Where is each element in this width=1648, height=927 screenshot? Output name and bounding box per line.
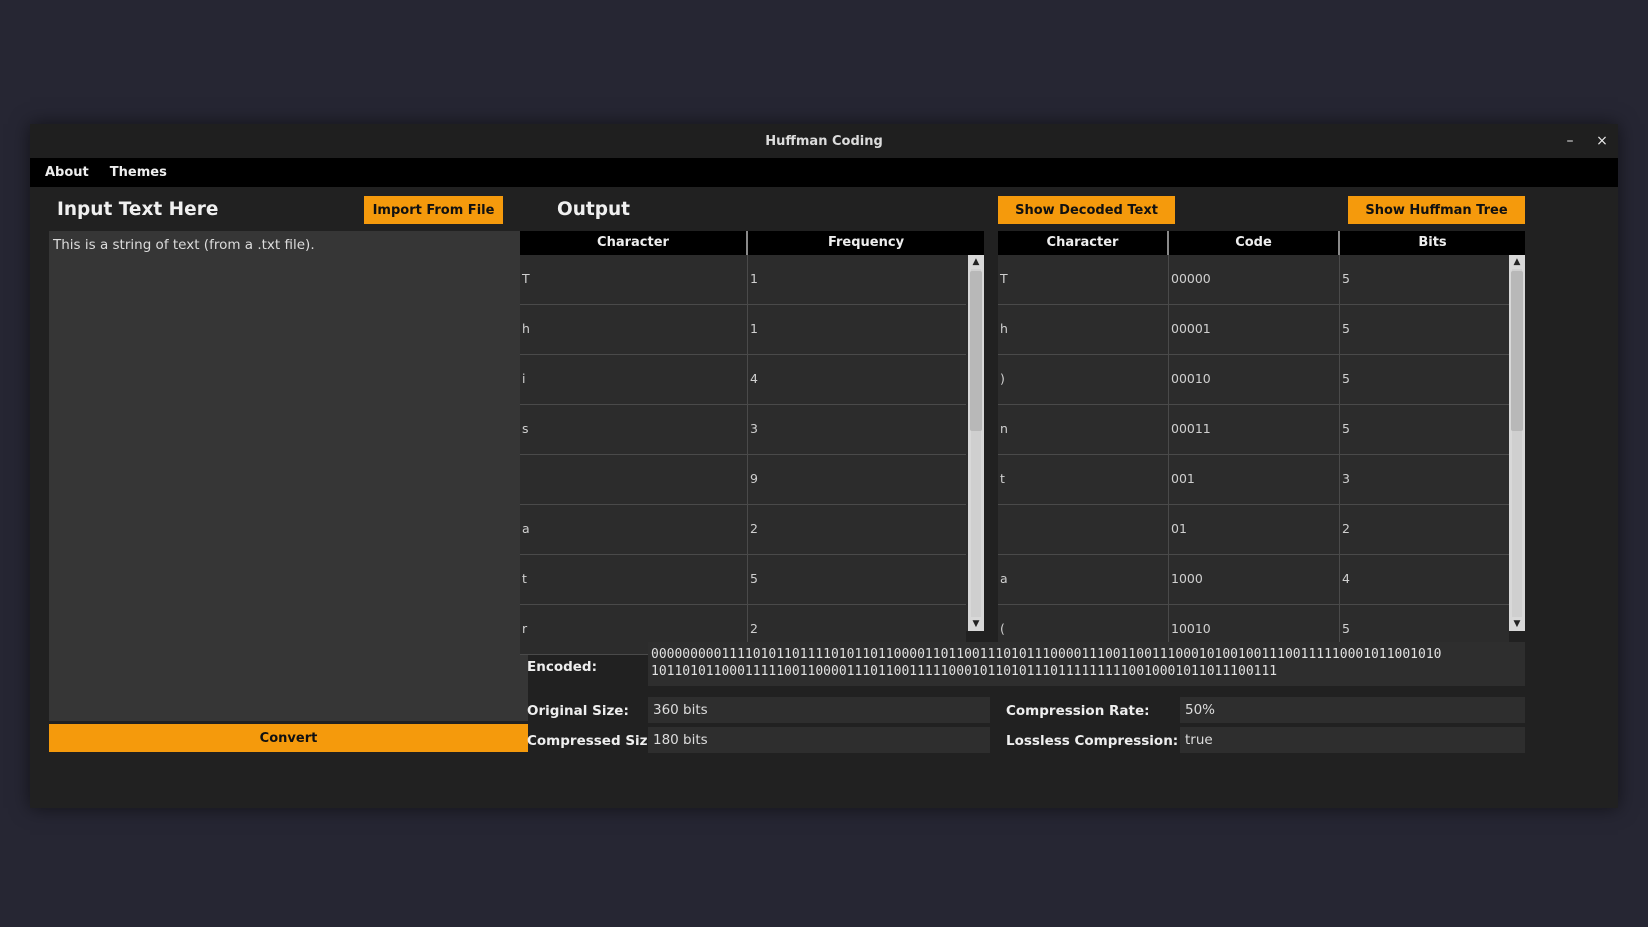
app-window: Huffman Coding – × About Themes Input Te…: [30, 124, 1618, 808]
scroll-thumb[interactable]: [970, 271, 982, 431]
table-cell: h: [998, 305, 1169, 355]
table-cell: 2: [1342, 521, 1350, 536]
table-cell: h: [520, 305, 748, 355]
table-cell: 001: [1169, 455, 1340, 505]
frequency-table-header: Character Frequency: [520, 231, 984, 255]
encoded-line: 1011010110001111100110000111011001111100…: [651, 664, 1278, 679]
column-header-character[interactable]: Character: [520, 231, 748, 255]
show-huffman-tree-button[interactable]: Show Huffman Tree: [1348, 196, 1525, 224]
table-row[interactable]: s3: [520, 405, 966, 455]
table-cell: 5: [750, 571, 758, 586]
menu-bar: About Themes: [30, 158, 1618, 187]
compressed-size-field[interactable]: 180 bits: [648, 727, 990, 753]
table-row[interactable]: t5: [520, 555, 966, 605]
table-row[interactable]: n 00011 5: [998, 405, 1509, 455]
table-cell: 9: [750, 471, 758, 486]
column-header-frequency[interactable]: Frequency: [748, 231, 984, 255]
table-cell: 5: [1342, 371, 1350, 386]
code-table-scrollbar[interactable]: ▲ ▼: [1509, 255, 1525, 631]
table-cell: 2: [750, 521, 758, 536]
table-row[interactable]: 01 2: [998, 505, 1509, 555]
code-table-body: T 00000 5 h 00001 5) 00010 5 n 00011 5 t 001 3 01 2 a 100…: [998, 255, 1509, 655]
frequency-table-body: T1h1i4s39a2t5r2: [520, 255, 966, 655]
minimize-icon[interactable]: –: [1560, 131, 1580, 151]
table-row[interactable]: t 001 3: [998, 455, 1509, 505]
table-cell: 5: [1342, 271, 1350, 286]
table-cell: i: [520, 355, 748, 405]
table-cell: 1: [750, 271, 758, 286]
table-cell: 1: [750, 321, 758, 336]
scroll-down-arrow-icon[interactable]: ▼: [1509, 617, 1525, 631]
table-row[interactable]: a 1000 4: [998, 555, 1509, 605]
table-row[interactable]: T 00000 5: [998, 255, 1509, 305]
scroll-down-arrow-icon[interactable]: ▼: [968, 617, 984, 631]
table-row[interactable]: 9: [520, 455, 966, 505]
table-cell: [520, 455, 748, 505]
import-from-file-button[interactable]: Import From File: [364, 196, 503, 224]
code-table: Character Code Bits T 00000 5 h 00001 5) 00010…: [998, 231, 1525, 655]
column-header-character[interactable]: Character: [998, 231, 1169, 255]
frequency-table: Character Frequency T1h1i4s39a2t5r2 ▲ ▼: [520, 231, 984, 655]
lossless-compression-field[interactable]: true: [1180, 727, 1525, 753]
table-cell: 3: [1342, 471, 1350, 486]
encoded-line: 0000000001111010110111101011011000011011…: [651, 647, 1442, 662]
menu-about[interactable]: About: [45, 165, 89, 180]
lossless-compression-label: Lossless Compression:: [1006, 733, 1179, 749]
table-row[interactable]: T1: [520, 255, 966, 305]
table-row[interactable]: ) 00010 5: [998, 355, 1509, 405]
compressed-size-label: Compressed Size:: [527, 733, 663, 749]
input-textarea[interactable]: This is a string of text (from a .txt fi…: [49, 231, 528, 721]
encoded-output-field[interactable]: 0000000001111010110111101011011000011011…: [648, 642, 1525, 686]
table-cell: n: [998, 405, 1169, 455]
table-row[interactable]: h 00001 5: [998, 305, 1509, 355]
table-cell: 00001: [1169, 305, 1340, 355]
table-cell: [998, 505, 1169, 555]
table-row[interactable]: i4: [520, 355, 966, 405]
table-row[interactable]: a2: [520, 505, 966, 555]
table-cell: 00000: [1169, 255, 1340, 305]
original-size-field[interactable]: 360 bits: [648, 697, 990, 723]
output-heading: Output: [557, 199, 630, 220]
window-title: Huffman Coding: [765, 133, 883, 149]
encoded-label: Encoded:: [527, 659, 597, 675]
show-decoded-text-button[interactable]: Show Decoded Text: [998, 196, 1175, 224]
column-header-bits[interactable]: Bits: [1340, 231, 1525, 255]
table-cell: 4: [1342, 571, 1350, 586]
table-cell: t: [520, 555, 748, 605]
table-cell: s: [520, 405, 748, 455]
table-cell: 4: [750, 371, 758, 386]
table-cell: 3: [750, 421, 758, 436]
table-row[interactable]: h1: [520, 305, 966, 355]
scroll-thumb[interactable]: [1511, 271, 1523, 431]
original-size-label: Original Size:: [527, 703, 629, 719]
compression-rate-label: Compression Rate:: [1006, 703, 1150, 719]
table-cell: a: [520, 505, 748, 555]
table-cell: 01: [1169, 505, 1340, 555]
column-header-code[interactable]: Code: [1169, 231, 1340, 255]
convert-button[interactable]: Convert: [49, 724, 528, 752]
table-cell: t: [998, 455, 1169, 505]
table-cell: 00010: [1169, 355, 1340, 405]
code-table-header: Character Code Bits: [998, 231, 1525, 255]
scroll-up-arrow-icon[interactable]: ▲: [968, 255, 984, 269]
close-icon[interactable]: ×: [1592, 131, 1612, 151]
title-bar: Huffman Coding – ×: [30, 124, 1618, 158]
menu-themes[interactable]: Themes: [110, 165, 167, 180]
table-cell: 1000: [1169, 555, 1340, 605]
table-cell: ): [998, 355, 1169, 405]
table-cell: 5: [1342, 421, 1350, 436]
table-cell: 00011: [1169, 405, 1340, 455]
frequency-table-scrollbar[interactable]: ▲ ▼: [968, 255, 984, 631]
compression-rate-field[interactable]: 50%: [1180, 697, 1525, 723]
table-cell: T: [520, 255, 748, 305]
input-heading: Input Text Here: [57, 199, 219, 220]
table-cell: T: [998, 255, 1169, 305]
table-cell: 5: [1342, 321, 1350, 336]
table-cell: a: [998, 555, 1169, 605]
scroll-up-arrow-icon[interactable]: ▲: [1509, 255, 1525, 269]
